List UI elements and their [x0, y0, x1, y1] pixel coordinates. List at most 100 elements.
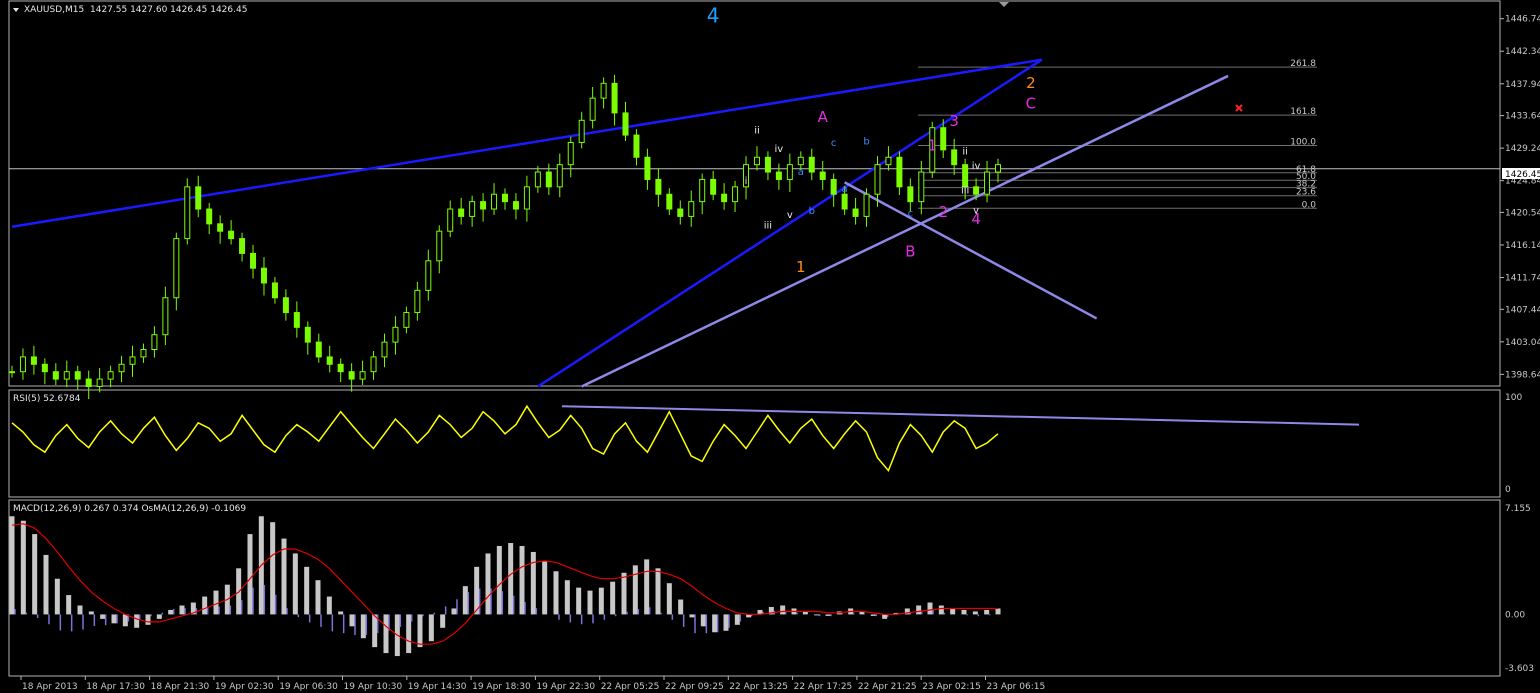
macd-histogram-bar — [179, 605, 185, 615]
macd-histogram-bar — [440, 614, 446, 628]
candle-body — [250, 252, 257, 269]
macd-histogram-bar — [678, 599, 684, 615]
time-tick-label: 22 Apr 05:25 — [601, 682, 660, 692]
macd-histogram-bar — [134, 614, 140, 628]
candle-body — [951, 149, 958, 166]
price-tick-label: 1398.64 — [1505, 370, 1540, 380]
candle-body — [753, 156, 760, 166]
macd-histogram-bar — [666, 583, 672, 615]
candle-body — [359, 371, 366, 380]
candle-body — [480, 201, 487, 210]
candle-body — [162, 297, 169, 336]
macd-histogram-bar — [995, 608, 1001, 615]
macd-histogram-bar — [54, 578, 60, 615]
symbol-label: XAUUSD,M15 — [24, 5, 84, 15]
macd-histogram-bar — [632, 565, 638, 615]
candle-body — [830, 178, 837, 195]
candle-body — [841, 193, 848, 210]
macd-histogram-bar — [780, 605, 786, 615]
candle-body — [217, 223, 224, 232]
wave-label: a — [798, 167, 804, 178]
candle-body — [512, 201, 519, 210]
macd-histogram-bar — [496, 545, 502, 615]
wave-label: iv — [775, 144, 784, 155]
macd-histogram-bar — [304, 566, 310, 615]
candle-body — [326, 356, 333, 365]
candle-body — [589, 97, 596, 121]
macd-histogram-bar — [213, 590, 219, 615]
candle-body — [348, 371, 355, 380]
macd-histogram-bar — [168, 609, 174, 615]
candle-body — [534, 171, 541, 188]
candle-body — [567, 141, 574, 166]
candle-body — [819, 171, 826, 180]
macd-title: MACD(12,26,9) 0.267 0.374 OsMA(12,26,9) … — [13, 504, 246, 514]
wave-label: a — [842, 184, 848, 195]
time-tick-label: 18 Apr 21:30 — [151, 682, 210, 692]
candle-body — [96, 378, 103, 387]
candle-body — [381, 341, 388, 358]
macd-histogram-bar — [247, 534, 253, 615]
price-tick-label: 1429.24 — [1505, 144, 1540, 154]
macd-histogram-bar — [383, 614, 389, 654]
macd-histogram-bar — [122, 614, 128, 627]
candle-body — [721, 193, 728, 203]
price-tick-label: 1446.74 — [1505, 15, 1540, 25]
time-tick-label: 23 Apr 02:15 — [922, 682, 981, 692]
macd-histogram-bar — [406, 614, 412, 654]
candle-body — [732, 186, 739, 203]
macd-histogram-bar — [485, 553, 491, 615]
ohlc-readout: 1427.55 1427.60 1426.45 1426.45 — [90, 5, 247, 15]
macd-histogram-bar — [644, 559, 650, 615]
macd-histogram-bar — [825, 614, 831, 616]
macd-histogram-bar — [723, 614, 729, 631]
macd-histogram-bar — [972, 611, 978, 615]
candle-body — [962, 164, 969, 188]
candle-body — [600, 82, 607, 99]
fib-level-label: 23.6 — [1296, 188, 1316, 198]
candle-body — [282, 297, 289, 314]
candle-body — [63, 371, 70, 380]
candle-body — [874, 164, 881, 195]
macd-histogram-bar — [156, 614, 162, 619]
fib-level-label: 161.8 — [1290, 107, 1316, 117]
macd-histogram-bar — [270, 522, 276, 615]
fib-level-label: 261.8 — [1290, 59, 1316, 69]
macd-histogram-bar — [462, 586, 468, 615]
candle-body — [677, 208, 684, 217]
macd-histogram-bar — [508, 543, 514, 615]
candle-body — [129, 356, 136, 365]
macd-histogram-bar — [292, 553, 298, 615]
macd-histogram-bar — [542, 560, 548, 615]
wave-label: 3 — [949, 112, 959, 130]
candle-body — [786, 164, 793, 180]
macd-histogram-bar — [916, 605, 922, 615]
macd-histogram-bar — [598, 587, 604, 615]
macd-histogram-bar — [145, 614, 151, 625]
candle-body — [228, 230, 235, 240]
wave-label: ii — [754, 126, 760, 137]
macd-tick-label: -3.603 — [1505, 664, 1534, 674]
fib-level-label: 100.0 — [1290, 137, 1316, 147]
macd-histogram-bar — [961, 609, 967, 615]
candle-body — [545, 171, 552, 188]
wave-label: iii — [764, 220, 772, 231]
candle-body — [523, 186, 530, 210]
candle-body — [622, 112, 629, 136]
wave-label: ii — [962, 146, 968, 157]
candle-body — [107, 371, 114, 380]
macd-tick-label: 7.155 — [1505, 504, 1531, 514]
candle-body — [447, 208, 454, 232]
candle-body — [885, 156, 892, 166]
candle-body — [239, 238, 246, 254]
macd-histogram-bar — [360, 614, 366, 639]
time-tick-label: 19 Apr 10:30 — [344, 682, 403, 692]
trading-chart[interactable]: 261.8161.8100.061.850.038.223.60.04ABC12… — [0, 0, 1540, 693]
candle-body — [425, 260, 432, 291]
candle-body — [458, 208, 465, 217]
candle-body — [74, 371, 81, 380]
wave-label: 4 — [707, 4, 720, 28]
candle-body — [556, 164, 563, 188]
candle-body — [403, 312, 410, 328]
candle-body — [918, 171, 925, 203]
